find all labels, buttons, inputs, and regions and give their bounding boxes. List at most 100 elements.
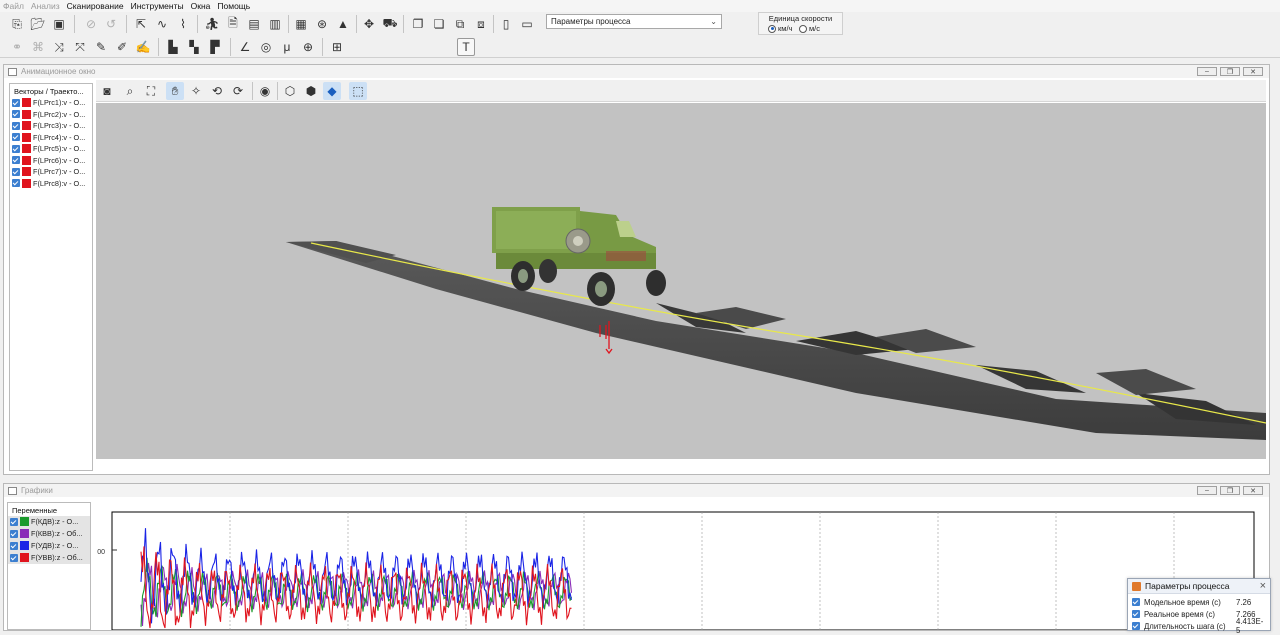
measure-icon[interactable]: ∠ xyxy=(236,38,254,56)
speed-ms-radio[interactable]: м/с xyxy=(798,24,820,33)
joint-icon[interactable]: ✥ xyxy=(360,15,378,33)
assembly-icon[interactable]: ▛ xyxy=(206,38,224,56)
frame-icon[interactable]: ◎ xyxy=(257,38,275,56)
checkbox[interactable] xyxy=(1132,598,1140,606)
variable-list-item[interactable]: F(КВВ):z - Об... xyxy=(8,528,90,540)
vector-list-item[interactable]: F(LPrc2):v - O... xyxy=(10,109,92,121)
vector-list-item[interactable]: F(LPrc6):v - O... xyxy=(10,155,92,167)
checkbox[interactable] xyxy=(1132,622,1140,630)
contact-icon[interactable]: ⤧ xyxy=(71,38,89,56)
checkbox[interactable] xyxy=(10,529,18,538)
solid-cube-icon[interactable]: ◆ xyxy=(323,82,341,100)
spring-icon[interactable]: ⌘ xyxy=(29,38,47,56)
variable-list-item[interactable]: F(УВВ):z - Об... xyxy=(8,552,90,564)
pen-icon[interactable]: ✎ xyxy=(92,38,110,56)
graph-panel[interactable]: 1000 xyxy=(89,502,1267,631)
library-icon[interactable]: ▙ xyxy=(164,38,182,56)
window-arrange-icon[interactable]: ⧉ xyxy=(451,15,469,33)
vector-list-item[interactable]: F(LPrc8):v - O... xyxy=(10,178,92,190)
camera-icon[interactable]: ◙ xyxy=(98,82,116,100)
restore-button[interactable]: ❐ xyxy=(1220,486,1240,495)
table-icon[interactable]: ▥ xyxy=(266,15,284,33)
checkbox[interactable] xyxy=(10,517,18,526)
minimize-button[interactable]: – xyxy=(1197,486,1217,495)
menu-scanning[interactable]: Сканирование xyxy=(67,1,124,11)
book-icon[interactable]: ▤ xyxy=(245,15,263,33)
checkbox[interactable] xyxy=(10,541,18,550)
color-swatch xyxy=(22,132,31,142)
checkbox[interactable] xyxy=(10,553,18,562)
shaded-cube-icon[interactable]: ⬢ xyxy=(302,82,320,100)
reset-icon[interactable]: ↺ xyxy=(102,15,120,33)
layers-icon[interactable]: ▚ xyxy=(185,38,203,56)
close-button[interactable]: ✕ xyxy=(1243,67,1263,76)
rows-icon[interactable]: ▭ xyxy=(518,15,536,33)
checkbox[interactable] xyxy=(12,144,20,153)
wheel-icon[interactable]: ⊛ xyxy=(313,15,331,33)
menu-help[interactable]: Помощь xyxy=(217,1,250,11)
graph-window-icon[interactable]: ∿ xyxy=(153,15,171,33)
body-icon[interactable]: ⛹︎ xyxy=(203,15,221,33)
orbit-icon[interactable]: ⟲ xyxy=(208,82,226,100)
close-button[interactable]: ✕ xyxy=(1243,486,1263,495)
calc-icon[interactable]: ⊞ xyxy=(328,38,346,56)
checkbox[interactable] xyxy=(12,156,20,165)
columns-icon[interactable]: ▯ xyxy=(497,15,515,33)
zoom-icon[interactable]: ⌕ xyxy=(121,82,139,100)
document-icon[interactable]: 🗎︎ xyxy=(224,15,242,33)
refresh-view-icon[interactable]: ⟳ xyxy=(229,82,247,100)
plot-icon[interactable]: ⌇ xyxy=(174,15,192,33)
pan-hand-icon[interactable]: ✋︎ xyxy=(166,82,184,100)
rotate-icon[interactable]: ✧ xyxy=(187,82,205,100)
window-tile-icon[interactable]: ❐ xyxy=(409,15,427,33)
properties-icon[interactable]: ✍ xyxy=(134,38,152,56)
vector-list-item[interactable]: F(LPrc1):v - O... xyxy=(10,97,92,109)
force-icon[interactable]: ⤨ xyxy=(50,38,68,56)
variable-list-item[interactable]: F(КДВ):z - O... xyxy=(8,516,90,528)
menu-file[interactable]: Файл xyxy=(3,1,24,11)
vector-list-item[interactable]: F(LPrc3):v - O... xyxy=(10,120,92,132)
select-tool-icon[interactable]: ⬚ xyxy=(349,82,367,100)
variable-list-item[interactable]: F(УДВ):z - O... xyxy=(8,540,90,552)
save-icon[interactable]: ▣ xyxy=(50,15,68,33)
new-project-icon[interactable]: ⎘ xyxy=(8,15,26,33)
restore-button[interactable]: ❐ xyxy=(1220,67,1240,76)
checkbox[interactable] xyxy=(12,179,20,188)
checkbox[interactable] xyxy=(12,133,20,142)
vector-list-item[interactable]: F(LPrc7):v - O... xyxy=(10,166,92,178)
menu-windows[interactable]: Окна xyxy=(191,1,211,11)
vector-list-item[interactable]: F(LPrc5):v - O... xyxy=(10,143,92,155)
checkbox[interactable] xyxy=(12,110,20,119)
wireframe-cube-icon[interactable]: ⬡ xyxy=(281,82,299,100)
vehicle-icon[interactable]: ⛟ xyxy=(381,15,399,33)
road-centerline xyxy=(310,242,1266,424)
mu-icon[interactable]: μ xyxy=(278,38,296,56)
close-icon[interactable]: × xyxy=(1260,580,1266,592)
menu-tools[interactable]: Инструменты xyxy=(131,1,184,11)
minimize-button[interactable]: – xyxy=(1197,67,1217,76)
color-swatch xyxy=(22,109,31,119)
window-list-icon[interactable]: ⧈ xyxy=(472,15,490,33)
eye-icon[interactable]: ◉ xyxy=(256,82,274,100)
checkbox[interactable] xyxy=(1132,610,1140,618)
edit-doc-icon[interactable]: ✐ xyxy=(113,38,131,56)
checkbox[interactable] xyxy=(12,167,20,176)
grid-icon[interactable]: ▦ xyxy=(292,15,310,33)
window-cascade-icon[interactable]: ❏ xyxy=(430,15,448,33)
checkbox[interactable] xyxy=(12,121,20,130)
search-icon[interactable]: ⊕ xyxy=(299,38,317,56)
open-folder-icon[interactable]: 📂︎ xyxy=(29,15,47,33)
export-icon[interactable]: ⇱ xyxy=(132,15,150,33)
3d-viewport[interactable] xyxy=(96,103,1266,459)
terrain-icon[interactable]: ▲ xyxy=(334,15,352,33)
menu-analysis[interactable]: Анализ xyxy=(31,1,60,11)
process-params-dialog: Параметры процесса × Модельное время (с)… xyxy=(1127,578,1271,635)
speed-kmh-radio[interactable]: км/ч xyxy=(768,24,792,33)
zoom-fit-icon[interactable]: ⛶ xyxy=(142,82,160,100)
vector-list-item[interactable]: F(LPrc4):v - O... xyxy=(10,132,92,144)
hinge-icon[interactable]: ⚭ xyxy=(8,38,26,56)
stop-icon[interactable]: ⊘ xyxy=(82,15,100,33)
process-params-select[interactable]: Параметры процесса ⌄ xyxy=(546,14,722,29)
checkbox[interactable] xyxy=(12,98,20,107)
text-tool-icon[interactable]: T xyxy=(457,38,475,56)
